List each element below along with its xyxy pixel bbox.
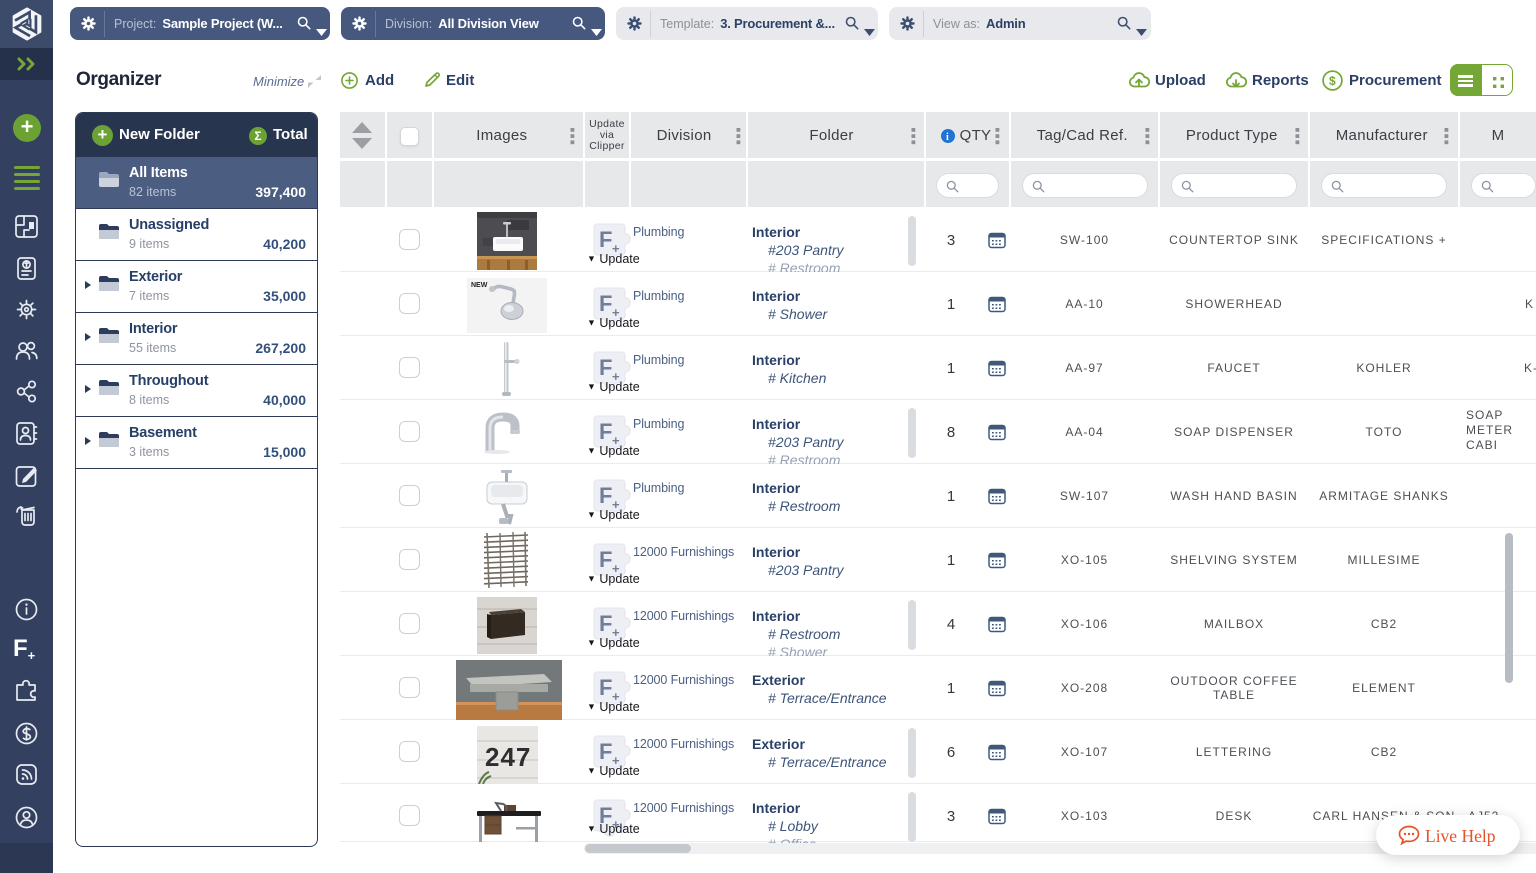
- svg-text:F: F: [599, 355, 612, 380]
- svg-text:F: F: [599, 291, 612, 316]
- svg-text:i: i: [946, 132, 949, 143]
- svg-text:F: F: [599, 547, 612, 572]
- svg-text:F: F: [599, 483, 612, 508]
- svg-text:F: F: [599, 675, 612, 700]
- svg-text:F: F: [599, 739, 612, 764]
- svg-text:NEW: NEW: [471, 282, 488, 289]
- svg-text:F: F: [599, 611, 612, 636]
- svg-text:F: F: [599, 419, 612, 444]
- svg-text:$: $: [1329, 74, 1336, 88]
- svg-text:247: 247: [485, 742, 531, 772]
- svg-text:F: F: [599, 227, 612, 252]
